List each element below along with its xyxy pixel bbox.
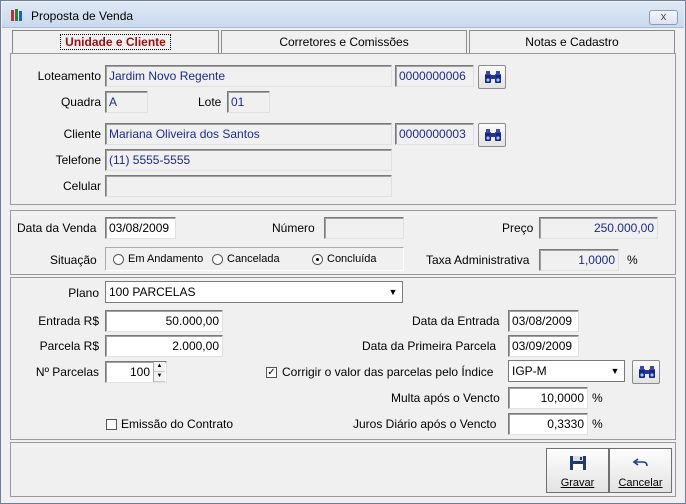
plano-select[interactable]: 100 PARCELAS ▼ — [105, 281, 403, 303]
lote-field[interactable]: 01 — [227, 91, 270, 113]
entrada-field[interactable]: 50.000,00 — [105, 310, 223, 332]
cancelar-label: Cancelar — [618, 477, 663, 489]
quadra-label: Quadra — [60, 95, 101, 109]
data-entrada-label: Data da Entrada — [412, 314, 500, 328]
floppy-disk-icon — [570, 456, 586, 470]
tab-label: Notas e Cadastro — [525, 35, 619, 49]
chevron-down-icon: ▼ — [385, 283, 401, 301]
data-venda-field[interactable]: 03/08/2009 — [105, 217, 176, 239]
plano-label: Plano — [68, 286, 99, 300]
situacao-label: Situação — [50, 253, 97, 267]
celular-field[interactable] — [105, 175, 392, 197]
spin-up-icon[interactable]: ▲ — [154, 362, 165, 372]
window-title: Proposta de Venda — [31, 9, 134, 23]
gravar-label: Gravar — [560, 477, 595, 489]
radio-concluida[interactable]: Concluída — [312, 253, 377, 265]
search-loteamento-button[interactable] — [478, 65, 506, 89]
radio-label: Concluída — [327, 253, 377, 265]
search-cliente-button[interactable] — [478, 123, 506, 147]
taxa-unit: % — [627, 253, 638, 267]
entrada-label: Entrada R$ — [38, 314, 99, 328]
telefone-field[interactable]: (11) 5555-5555 — [105, 149, 392, 171]
cliente-label: Cliente — [63, 127, 101, 141]
emissao-label: Emissão do Contrato — [121, 417, 234, 431]
binoculars-icon — [485, 71, 501, 83]
indice-select[interactable]: IGP-M ▼ — [508, 360, 625, 382]
quadra-field[interactable]: A — [105, 91, 148, 113]
parcela-field[interactable]: 2.000,00 — [105, 335, 223, 357]
emissao-checkbox[interactable] — [106, 419, 117, 430]
nparcelas-label: Nº Parcelas — [35, 365, 99, 379]
data-primeira-field[interactable]: 03/09/2009 — [508, 335, 579, 357]
chevron-down-icon: ▼ — [607, 362, 623, 380]
data-primeira-label: Data da Primeira Parcela — [362, 339, 497, 353]
radio-cancelada[interactable]: Cancelada — [212, 253, 280, 265]
gravar-button[interactable]: Gravar — [546, 448, 609, 493]
tab-corretores-comissoes[interactable]: Corretores e Comissões — [221, 30, 467, 54]
multa-field[interactable]: 10,0000 — [508, 387, 588, 409]
close-icon: x — [660, 11, 667, 23]
taxa-label: Taxa Administrativa — [426, 253, 530, 267]
radio-circle — [113, 253, 124, 265]
loteamento-label: Loteamento — [37, 69, 101, 83]
telefone-label: Telefone — [55, 153, 101, 167]
binoculars-icon — [485, 129, 501, 141]
celular-label: Celular — [62, 179, 101, 193]
juros-field[interactable]: 0,3330 — [508, 413, 588, 435]
corrigir-label: Corrigir o valor das parcelas pelo Índic… — [282, 365, 494, 379]
data-entrada-field[interactable]: 03/08/2009 — [508, 310, 579, 332]
numero-label: Número — [272, 221, 315, 235]
multa-label: Multa após o Vencto — [391, 391, 500, 405]
radio-label: Cancelada — [227, 253, 280, 265]
radio-label: Em Andamento — [128, 253, 204, 265]
indice-value: IGP-M — [512, 364, 547, 378]
cancelar-button[interactable]: Cancelar — [609, 448, 672, 493]
tab-label: Corretores e Comissões — [279, 35, 409, 49]
taxa-field[interactable]: 1,0000 — [539, 249, 619, 271]
undo-arrow-icon — [632, 458, 648, 467]
corrigir-checkbox[interactable]: ✓ — [266, 367, 277, 378]
binoculars-icon — [639, 366, 655, 378]
nparcelas-spinner[interactable]: ▲ ▼ — [153, 362, 165, 382]
numero-field[interactable] — [324, 217, 404, 239]
multa-unit: % — [592, 391, 603, 405]
tab-label: Unidade e Cliente — [60, 34, 171, 50]
loteamento-code-field[interactable]: 0000000006 — [395, 65, 474, 87]
radio-circle-selected — [312, 253, 323, 265]
radio-em-andamento[interactable]: Em Andamento — [113, 253, 203, 265]
tab-unidade-cliente[interactable]: Unidade e Cliente — [12, 30, 219, 54]
juros-label: Juros Diário após o Vencto — [353, 417, 497, 431]
proposta-window: Proposta de Venda x Unidade e Cliente Co… — [0, 0, 686, 504]
cliente-code-field[interactable]: 0000000003 — [395, 123, 474, 145]
close-button[interactable]: x — [649, 10, 678, 25]
parcela-label: Parcela R$ — [39, 339, 99, 353]
radio-circle — [212, 253, 223, 265]
title-bar: Proposta de Venda x — [2, 2, 684, 28]
plano-value: 100 PARCELAS — [109, 285, 196, 299]
preco-label: Preço — [502, 221, 534, 235]
app-icon — [11, 9, 22, 21]
preco-field[interactable]: 250.000,00 — [539, 217, 658, 239]
tab-notas-cadastro[interactable]: Notas e Cadastro — [469, 30, 675, 54]
cliente-field[interactable]: Mariana Oliveira dos Santos — [105, 123, 392, 145]
juros-unit: % — [592, 417, 603, 431]
loteamento-field[interactable]: Jardim Novo Regente — [105, 65, 392, 87]
data-venda-label: Data da Venda — [17, 221, 97, 235]
lote-label: Lote — [198, 95, 222, 109]
search-indice-button[interactable] — [632, 360, 660, 384]
spin-down-icon[interactable]: ▼ — [154, 372, 165, 382]
